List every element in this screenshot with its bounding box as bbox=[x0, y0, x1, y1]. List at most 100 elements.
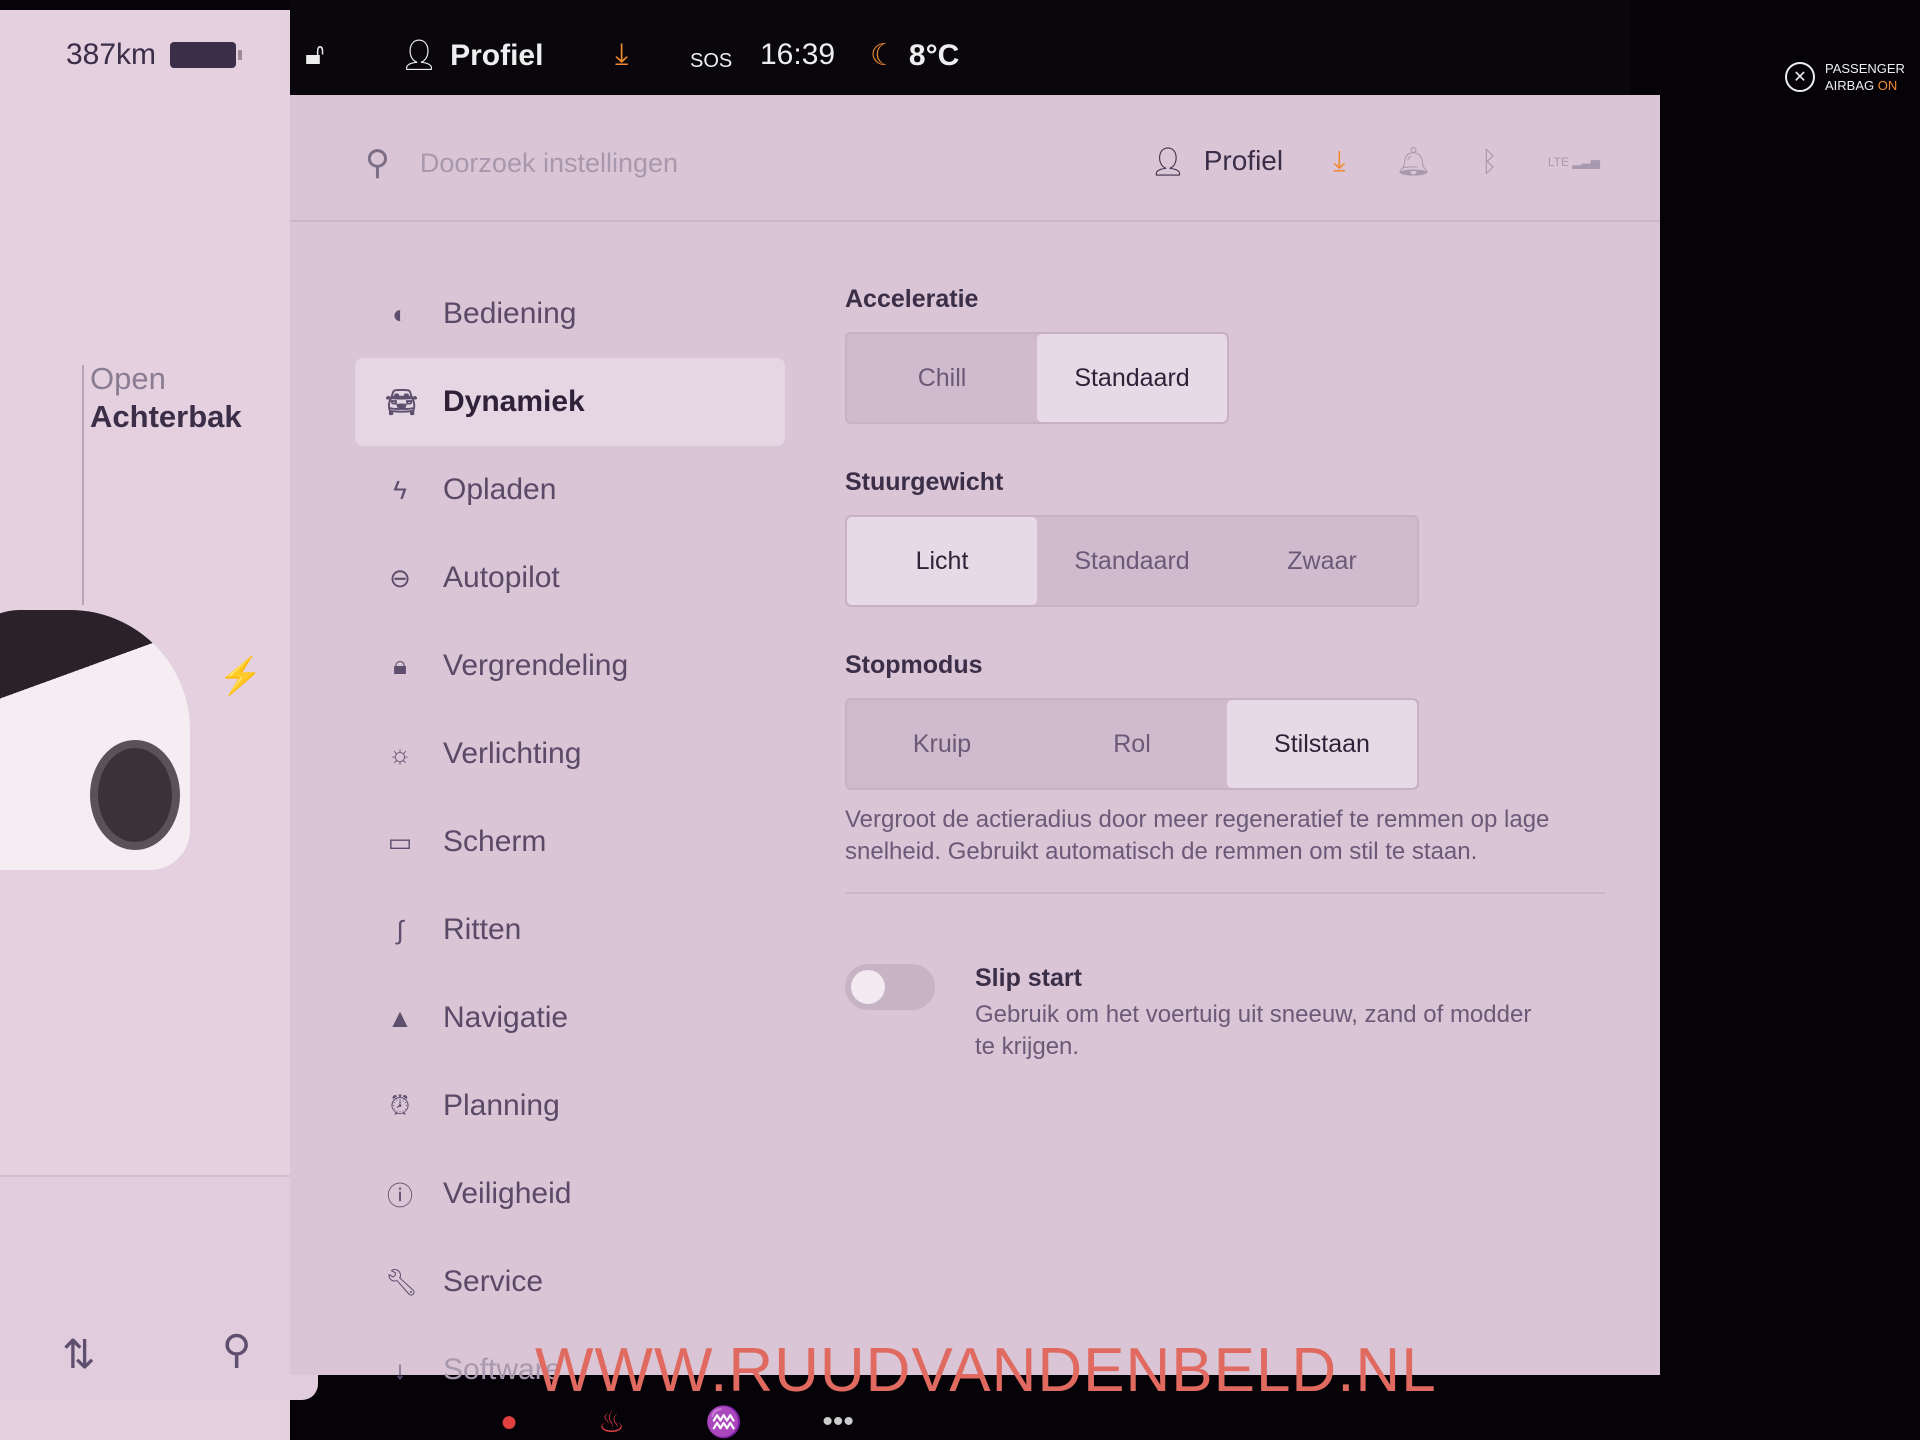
alarm-clock-icon: ⏰︎ bbox=[389, 1090, 411, 1120]
search-icon: ⚲ bbox=[365, 144, 390, 182]
charging-bolt-icon: ⚡ bbox=[218, 655, 263, 696]
passenger-airbag-status: ✕ PASSENGER AIRBAG ON bbox=[1785, 60, 1905, 94]
sidebar-item-label: Verlichting bbox=[443, 737, 582, 770]
stop-mode-label: Stopmodus bbox=[845, 651, 983, 679]
sidebar-item-label: Scherm bbox=[443, 825, 547, 858]
bluetooth-icon[interactable]: ᛒ bbox=[1481, 146, 1498, 178]
temperature-text: 8°C bbox=[908, 38, 960, 72]
download-icon: ↓ bbox=[393, 1354, 407, 1385]
bottom-dock: ● ♨ ♒ ••• bbox=[500, 1405, 854, 1440]
trips-icon: ∫ bbox=[396, 914, 404, 945]
stop-mode-option-kruip[interactable]: Kruip bbox=[847, 700, 1037, 788]
trunk-label: Achterbak bbox=[90, 399, 242, 434]
stop-mode-option-stilstaan[interactable]: Stilstaan bbox=[1227, 700, 1417, 788]
header-divider bbox=[290, 220, 1660, 222]
sos-label: SOS bbox=[690, 50, 733, 72]
car-icon: 🚘︎ bbox=[385, 386, 419, 417]
sliders-icon[interactable]: ⇅ bbox=[62, 1332, 96, 1378]
download-icon[interactable]: ⤓ bbox=[615, 38, 628, 72]
acceleration-option-standaard[interactable]: Standaard bbox=[1037, 334, 1227, 422]
trunk-pointer bbox=[82, 365, 84, 605]
clock: 16:39 bbox=[760, 38, 835, 72]
unlock-icon[interactable]: 🔓︎ bbox=[305, 38, 324, 72]
battery-icon bbox=[170, 42, 243, 68]
slip-start-setting: Slip start Gebruik om het voertuig uit sn… bbox=[845, 964, 1605, 1063]
sidebar-item-label: Vergrendeling bbox=[443, 649, 629, 682]
settings-panel: ⚲ Doorzoek instellingen 👤︎ Profiel ⤓ 🔔︎ ᛒ … bbox=[290, 95, 1660, 1386]
header-profile-label: Profiel bbox=[1203, 145, 1284, 176]
stop-mode-description: Vergroot de actieradius door meer regene… bbox=[845, 806, 1550, 865]
airbag-line2: AIRBAG bbox=[1825, 78, 1875, 93]
section-divider bbox=[845, 892, 1605, 894]
sidebar-item-label: Service bbox=[443, 1265, 544, 1298]
sos-button[interactable]: SOS bbox=[690, 50, 732, 73]
more-icon[interactable]: ••• bbox=[822, 1405, 854, 1440]
seat-heater-icon[interactable]: ♨ bbox=[598, 1405, 625, 1440]
person-icon: 👤︎ bbox=[1150, 146, 1186, 177]
sidebar-item-ritten[interactable]: ∫ Ritten bbox=[355, 886, 785, 974]
status-bar: 🔓︎ 👤︎ Profiel ⤓ SOS 16:39 ☾ 8°C ✕ PASSENGER… bbox=[290, 0, 1905, 100]
lte-label: LTE bbox=[1547, 154, 1569, 169]
airbag-state: ON bbox=[1877, 78, 1898, 93]
steering-wheel-icon: ⊖ bbox=[389, 562, 411, 593]
header-actions: 👤︎ Profiel ⤓ 🔔︎ ᛒ LTE ▂▃▅ bbox=[1150, 145, 1600, 178]
record-dot-icon: ● bbox=[500, 1405, 519, 1438]
settings-search[interactable]: ⚲ Doorzoek instellingen bbox=[365, 143, 678, 183]
car-wheel bbox=[90, 740, 180, 850]
toggle-icon: ◐ bbox=[392, 298, 408, 329]
search-input[interactable]: Doorzoek instellingen bbox=[420, 148, 678, 179]
sidebar-item-label: Bediening bbox=[443, 297, 577, 330]
steering-selector: Licht Standaard Zwaar bbox=[845, 515, 1419, 607]
sidebar-item-opladen[interactable]: ϟ Opladen bbox=[355, 446, 785, 534]
screen-icon: ▭ bbox=[387, 826, 413, 857]
sidebar-item-veiligheid[interactable]: ⓘ Veiligheid bbox=[355, 1150, 785, 1238]
alert-icon: ⓘ bbox=[386, 1180, 413, 1211]
steering-option-zwaar[interactable]: Zwaar bbox=[1227, 517, 1417, 605]
sidebar-item-label: Planning bbox=[443, 1089, 560, 1122]
settings-sidebar: ◐ Bediening 🚘︎ Dynamiek ϟ Opladen ⊖ Autopilo… bbox=[355, 270, 785, 1414]
steering-label: Stuurgewicht bbox=[845, 468, 1004, 496]
rear-defrost-icon[interactable]: ♒ bbox=[705, 1405, 742, 1440]
acceleration-option-chill[interactable]: Chill bbox=[847, 334, 1037, 422]
range-text: 387km bbox=[66, 38, 157, 71]
bolt-icon: ϟ bbox=[393, 474, 407, 505]
steering-option-standaard[interactable]: Standaard bbox=[1037, 517, 1227, 605]
stop-mode-selector: Kruip Rol Stilstaan bbox=[845, 698, 1419, 790]
trunk-action: Open bbox=[90, 361, 166, 396]
open-trunk-button[interactable]: Open Achterbak bbox=[90, 360, 242, 436]
sidebar-item-navigatie[interactable]: ▲ Navigatie bbox=[355, 974, 785, 1062]
stop-mode-option-rol[interactable]: Rol bbox=[1037, 700, 1227, 788]
sidebar-item-planning[interactable]: ⏰︎ Planning bbox=[355, 1062, 785, 1150]
range-indicator: 387km bbox=[66, 38, 243, 72]
navigation-icon: ▲ bbox=[387, 1002, 413, 1033]
sidebar-item-service[interactable]: 🔧︎ Service bbox=[355, 1238, 785, 1326]
sidebar-item-label: Navigatie bbox=[443, 1001, 569, 1034]
sidebar-item-label: Dynamiek bbox=[443, 385, 585, 418]
sidebar-item-bediening[interactable]: ◐ Bediening bbox=[355, 270, 785, 358]
download-icon[interactable]: ⤓ bbox=[1333, 145, 1345, 178]
acceleration-label: Acceleratie bbox=[845, 285, 979, 313]
moon-icon: ☾ bbox=[870, 39, 897, 72]
watermark: WWW.RUUDVANDENBELD.NL bbox=[535, 1336, 1437, 1405]
sidebar-item-label: Veiligheid bbox=[443, 1177, 572, 1210]
sidebar-item-verlichting[interactable]: ☼ Verlichting bbox=[355, 710, 785, 798]
sidebar-item-dynamiek[interactable]: 🚘︎ Dynamiek bbox=[355, 358, 785, 446]
lock-icon: 🔒︎ bbox=[393, 650, 407, 680]
slip-start-label: Slip start bbox=[975, 964, 1082, 992]
sidebar-item-autopilot[interactable]: ⊖ Autopilot bbox=[355, 534, 785, 622]
quick-controls: ⇅ ⚲ bbox=[0, 1175, 318, 1400]
acceleration-selector: Chill Standaard bbox=[845, 332, 1229, 424]
lte-signal-icon: LTE ▂▃▅ bbox=[1547, 154, 1600, 169]
status-profile[interactable]: 👤︎ Profiel bbox=[400, 38, 543, 73]
sidebar-item-scherm[interactable]: ▭ Scherm bbox=[355, 798, 785, 886]
bell-icon[interactable]: 🔔︎ bbox=[1395, 145, 1431, 178]
steering-option-licht[interactable]: Licht bbox=[847, 517, 1037, 605]
slip-start-toggle[interactable] bbox=[845, 964, 935, 1010]
sidebar-item-vergrendeling[interactable]: 🔒︎ Vergrendeling bbox=[355, 622, 785, 710]
airbag-icon: ✕ bbox=[1785, 62, 1815, 92]
status-profile-label: Profiel bbox=[450, 38, 544, 72]
header-profile[interactable]: 👤︎ Profiel bbox=[1150, 145, 1283, 178]
sidebar-item-label: Ritten bbox=[443, 913, 522, 946]
person-icon: 👤︎ bbox=[400, 39, 439, 72]
search-icon[interactable]: ⚲ bbox=[222, 1327, 251, 1373]
